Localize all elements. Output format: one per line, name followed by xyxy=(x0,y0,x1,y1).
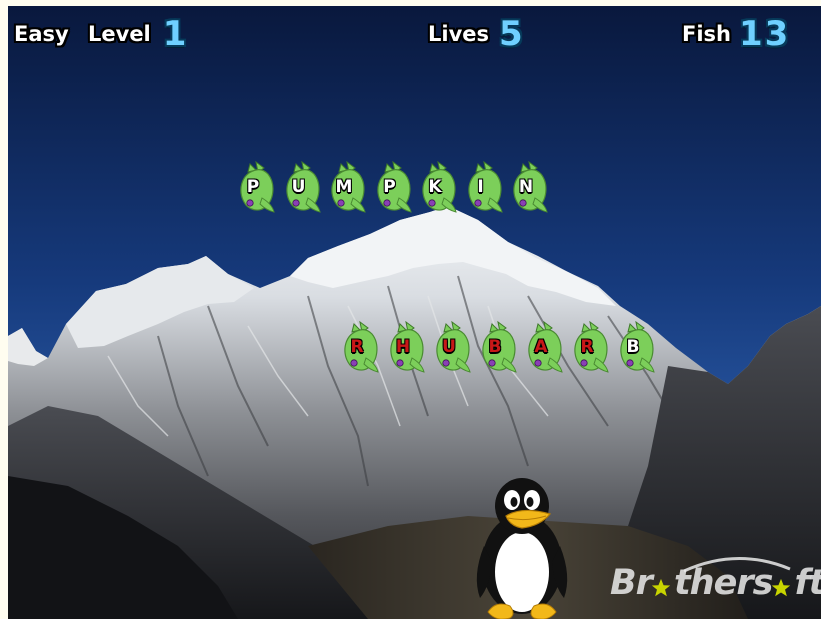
fish-icon: U xyxy=(430,318,476,374)
fish-letter: B xyxy=(488,337,502,357)
fish-value: 13 xyxy=(739,14,791,54)
fish-letter: R xyxy=(580,337,594,357)
game-stage[interactable]: Easy Level 1 Lives 5 Fish 13 P U M P K I… xyxy=(0,0,821,619)
fish-icon: M xyxy=(325,158,371,214)
game-viewport[interactable]: Easy Level 1 Lives 5 Fish 13 P U M P K I… xyxy=(8,6,821,619)
level-value: 1 xyxy=(162,14,189,54)
fish-icon: U xyxy=(280,158,326,214)
fish-letter: A xyxy=(534,337,548,357)
watermark-text-end: ft xyxy=(794,563,821,603)
fish-icon: N xyxy=(507,158,553,214)
mountain-background xyxy=(8,6,821,619)
fish-letter: U xyxy=(291,177,306,197)
star-icon xyxy=(651,578,671,597)
brothersoft-watermark: Brthersft xyxy=(610,551,821,611)
fish-icon: H xyxy=(384,318,430,374)
fish-icon: R xyxy=(568,318,614,374)
fish-letter: U xyxy=(442,337,456,357)
penguin-icon xyxy=(476,478,568,619)
watermark-text-middle: thers xyxy=(673,563,773,603)
fish-icon: B xyxy=(614,318,660,374)
fish-letter: N xyxy=(518,177,534,197)
fish-counter: Fish 13 xyxy=(682,12,790,56)
fish-icon: A xyxy=(522,318,568,374)
fish-letter: P xyxy=(246,177,260,197)
fish-letter: P xyxy=(383,177,396,197)
fish-letter: I xyxy=(477,177,484,197)
fish-letter: B xyxy=(626,337,640,357)
fish-label: Fish xyxy=(682,22,731,46)
lives-indicator: Lives 5 xyxy=(428,12,525,56)
fish-icon: K xyxy=(416,158,462,214)
fish-icon: I xyxy=(462,158,508,214)
fish-letter: H xyxy=(395,337,411,357)
star-icon xyxy=(771,578,791,597)
fish-icon: R xyxy=(338,318,384,374)
fish-letter: M xyxy=(335,177,353,197)
lives-value: 5 xyxy=(499,14,525,54)
falling-word-rhubarb: R H U B A R B xyxy=(338,318,660,374)
fish-icon: P xyxy=(371,158,417,214)
lives-label: Lives xyxy=(428,22,490,46)
fish-letter: K xyxy=(428,177,442,197)
level-indicator: Level 1 xyxy=(88,12,188,56)
falling-word-pumpkin: P U M P K I N xyxy=(234,158,553,214)
difficulty-indicator: Easy xyxy=(14,12,69,56)
fish-icon: B xyxy=(476,318,522,374)
watermark-text-start: Br xyxy=(610,563,653,603)
difficulty-label: Easy xyxy=(14,22,69,46)
level-label: Level xyxy=(88,22,151,46)
fish-letter: R xyxy=(350,337,364,357)
fish-icon: P xyxy=(234,158,280,214)
